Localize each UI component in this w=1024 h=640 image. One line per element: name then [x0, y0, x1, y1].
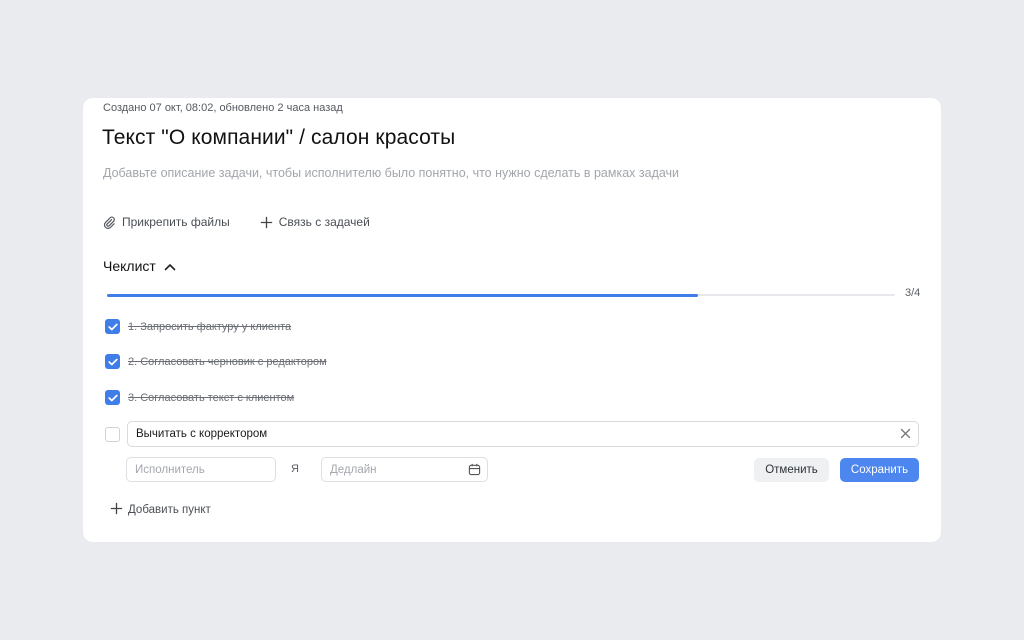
- task-card: Создано 07 окт, 08:02, обновлено 2 часа …: [83, 98, 941, 542]
- checklist-item-label[interactable]: 1. Запросить фактуру у клиента: [128, 321, 291, 333]
- checklist-item-input[interactable]: Вычитать с корректором: [127, 421, 919, 447]
- deadline-field[interactable]: Дедлайн: [321, 457, 488, 482]
- link-task-button[interactable]: Связь с задачей: [260, 215, 370, 229]
- deadline-placeholder: Дедлайн: [330, 463, 377, 476]
- assign-me-link[interactable]: Я: [291, 463, 299, 475]
- chevron-up-icon: [164, 258, 176, 274]
- attach-files-button[interactable]: Прикрепить файлы: [103, 215, 230, 229]
- checklist-item-label[interactable]: 2. Согласовать черновик с редактором: [128, 356, 327, 368]
- attach-files-label: Прикрепить файлы: [122, 215, 230, 229]
- checklist-item-label[interactable]: 3. Согласовать текст с клиентом: [128, 392, 294, 404]
- plus-icon: [260, 216, 273, 229]
- checklist-title: Чеклист: [103, 258, 156, 274]
- checklist-progress-fill: [107, 293, 698, 297]
- checkbox-checked[interactable]: [105, 319, 120, 334]
- assignee-field[interactable]: Исполнитель: [126, 457, 276, 482]
- task-title[interactable]: Текст "О компании" / салон красоты: [102, 126, 455, 150]
- task-meta: Создано 07 окт, 08:02, обновлено 2 часа …: [103, 102, 343, 114]
- checklist-item-editing: [105, 427, 120, 442]
- calendar-icon: [468, 463, 481, 479]
- checklist-header[interactable]: Чеклист: [103, 258, 176, 274]
- clear-icon[interactable]: [900, 428, 911, 442]
- add-checklist-item-label: Добавить пункт: [128, 504, 211, 516]
- checklist-item: 1. Запросить фактуру у клиента: [105, 319, 291, 334]
- checklist-progress-count: 3/4: [905, 287, 921, 299]
- checklist-item-input-value: Вычитать с корректором: [136, 428, 268, 440]
- save-button[interactable]: Сохранить: [840, 458, 919, 482]
- plus-icon: [110, 502, 123, 518]
- checkbox-unchecked[interactable]: [105, 427, 120, 442]
- link-task-label: Связь с задачей: [278, 215, 370, 229]
- description-placeholder[interactable]: Добавьте описание задачи, чтобы исполнит…: [103, 165, 683, 182]
- cancel-button[interactable]: Отменить: [754, 458, 829, 482]
- checkbox-checked[interactable]: [105, 354, 120, 369]
- paperclip-icon: [103, 216, 116, 229]
- checkbox-checked[interactable]: [105, 390, 120, 405]
- task-actions: Прикрепить файлы Связь с задачей: [103, 215, 370, 229]
- checklist-progress-bar: [107, 293, 895, 297]
- checklist-item: 2. Согласовать черновик с редактором: [105, 354, 327, 369]
- assignee-placeholder: Исполнитель: [135, 463, 205, 476]
- add-checklist-item-button[interactable]: Добавить пункт: [110, 502, 211, 518]
- checklist-item: 3. Согласовать текст с клиентом: [105, 390, 294, 405]
